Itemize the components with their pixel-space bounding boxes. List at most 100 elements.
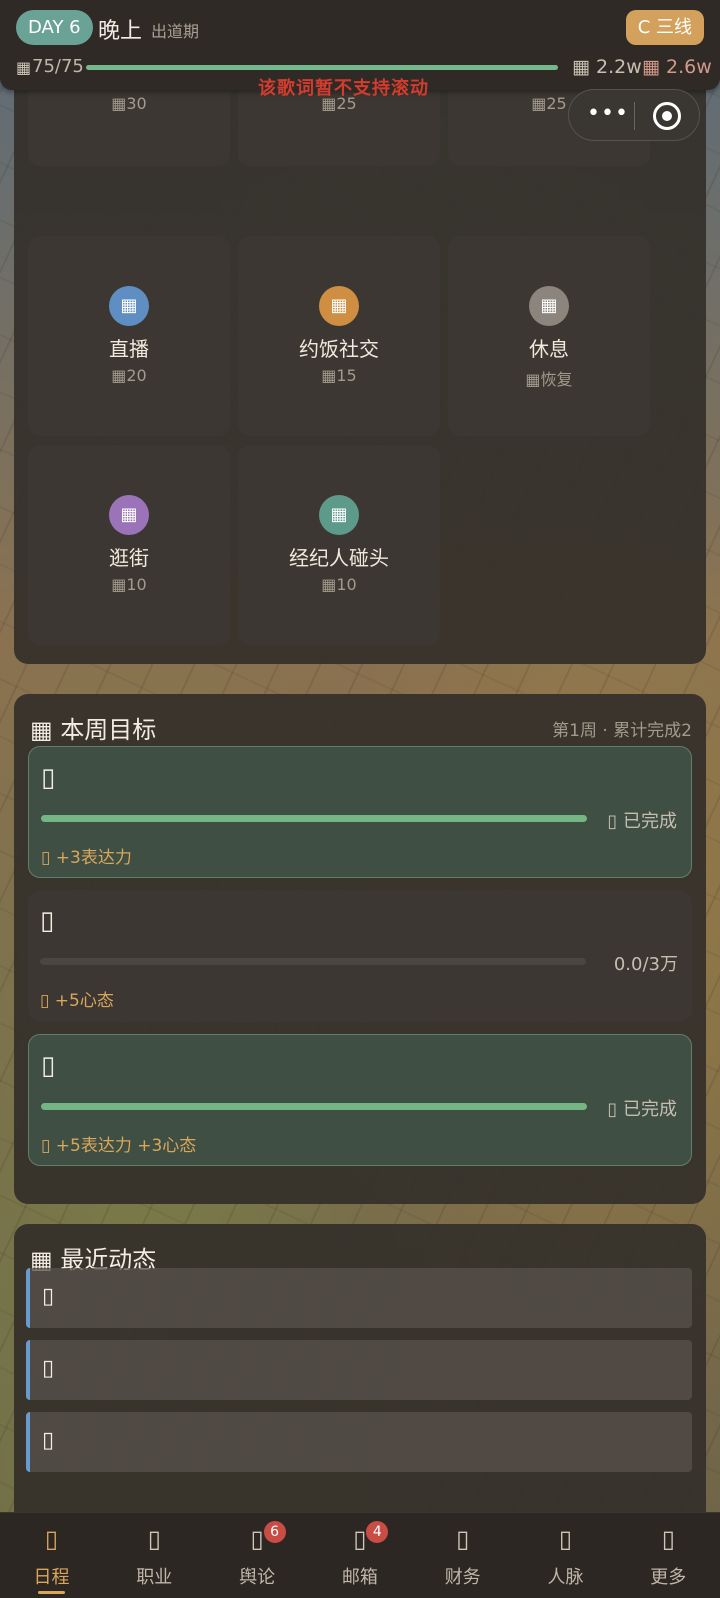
activity-card[interactable]: ▦ 直播 ▦20 bbox=[28, 236, 230, 436]
activity-card[interactable]: ▦ 经纪人碰头 ▦10 bbox=[238, 445, 440, 645]
nav-label: 财务 bbox=[444, 1567, 481, 1588]
check-icon: ▯ bbox=[607, 811, 623, 832]
goal-status-text: 已完成 bbox=[623, 811, 677, 832]
more-icon[interactable]: ••• bbox=[587, 101, 629, 126]
activity-cost-value: 10 bbox=[126, 575, 147, 594]
energy-cost-icon: ▦ bbox=[525, 370, 541, 389]
goal-card[interactable]: ▯ ▯ 已完成 ▯ +3表达力 bbox=[28, 746, 692, 878]
feed-item-icon: ▯ bbox=[42, 1356, 55, 1381]
activity-icon: ▦ bbox=[109, 286, 149, 326]
goal-card[interactable]: ▯ ▯ 已完成 ▯ +5表达力 +3心态 bbox=[28, 1034, 692, 1166]
weekly-goals-meta: 第1周 · 累计完成2 bbox=[552, 721, 692, 741]
feed-item-icon: ▯ bbox=[42, 1428, 55, 1453]
nav-item-network[interactable]: ▯ 人脉 bbox=[514, 1513, 617, 1598]
activity-card[interactable]: ▦ 逛街 ▦10 bbox=[28, 445, 230, 645]
goal-icon: ▯ bbox=[41, 763, 56, 793]
gift-icon: ▯ bbox=[40, 991, 55, 1011]
nav-label: 舆论 bbox=[239, 1567, 276, 1588]
goal-reward: ▯ +5表达力 +3心态 bbox=[41, 1131, 196, 1156]
goal-progress-bar bbox=[40, 958, 586, 965]
goal-progress-bar bbox=[41, 1103, 587, 1110]
feed-item[interactable]: ▯ bbox=[26, 1268, 692, 1328]
activity-cost-value: 30 bbox=[126, 94, 147, 113]
activity-name: 约饭社交 bbox=[299, 337, 379, 361]
energy-cost-icon: ▦ bbox=[111, 366, 127, 385]
goal-icon: ▯ bbox=[41, 1051, 56, 1081]
goal-progress-fill bbox=[41, 815, 587, 822]
activity-cost: ▦10 bbox=[238, 575, 440, 594]
gift-icon: ▯ bbox=[41, 1136, 56, 1156]
activity-cost: ▦恢复 bbox=[448, 366, 650, 390]
feed-item[interactable]: ▯ bbox=[26, 1412, 692, 1472]
energy-cost-icon: ▦ bbox=[531, 94, 547, 113]
more-icon: ▯ bbox=[661, 1525, 675, 1553]
nav-label: 更多 bbox=[650, 1567, 687, 1588]
activity-cost: ▦10 bbox=[28, 575, 230, 594]
goal-status: ▯ 已完成 bbox=[607, 1095, 677, 1121]
activity-cost-value: 恢复 bbox=[540, 370, 573, 389]
goal-progress-bar bbox=[41, 815, 587, 822]
check-icon: ▯ bbox=[607, 1099, 623, 1120]
close-icon[interactable] bbox=[653, 102, 681, 130]
weekly-goals-title-text: 本周目标 bbox=[60, 716, 157, 744]
activity-icon: ▦ bbox=[529, 286, 569, 326]
career-phase: 出道期 bbox=[151, 22, 200, 41]
energy-value: 75/75 bbox=[32, 56, 84, 77]
weekly-goals-title: ▦ 本周目标 bbox=[30, 716, 157, 744]
goal-status-text: 已完成 bbox=[623, 1099, 677, 1120]
activity-icon: ▦ bbox=[109, 495, 149, 535]
goal-card[interactable]: ▯ 0.0/3万 ▯ +5心态 bbox=[28, 890, 692, 1022]
finance-icon: ▯ bbox=[456, 1525, 470, 1553]
miniprogram-capsule: ••• bbox=[568, 89, 700, 141]
gift-icon: ▯ bbox=[41, 848, 56, 868]
nav-item-finance[interactable]: ▯ 财务 bbox=[411, 1513, 514, 1598]
nav-item-opinion[interactable]: ▯ 舆论 6 bbox=[206, 1513, 309, 1598]
nav-item-career[interactable]: ▯ 职业 bbox=[103, 1513, 206, 1598]
recent-activity-panel: ▦ 最近动态 ▯ ▯ ▯ bbox=[14, 1224, 706, 1524]
weekly-goals-panel: ▦ 本周目标 第1周 · 累计完成2 ▯ ▯ 已完成 ▯ +3表达力 ▯ 0.0/3万 ▯… bbox=[14, 694, 706, 1204]
energy-cost-icon: ▦ bbox=[111, 94, 127, 113]
opinion-icon: ▯ bbox=[250, 1525, 264, 1553]
goal-reward: ▯ +5心态 bbox=[40, 986, 114, 1011]
energy-cost-icon: ▦ bbox=[321, 366, 337, 385]
goal-reward-text: +3表达力 bbox=[55, 848, 132, 868]
energy-cost-icon: ▦ bbox=[111, 575, 127, 594]
activity-card[interactable]: ▦ 约饭社交 ▦15 bbox=[238, 236, 440, 436]
nav-item-more[interactable]: ▯ 更多 bbox=[617, 1513, 720, 1598]
activity-cost: ▦15 bbox=[238, 366, 440, 385]
tier-badge[interactable]: C 三线 bbox=[625, 10, 704, 45]
activity-cost-value: 15 bbox=[336, 366, 357, 385]
time-of-day: 晚上 bbox=[98, 19, 143, 44]
activity-card[interactable]: ▦ 休息 ▦恢复 bbox=[448, 236, 650, 436]
goal-icon: ▯ bbox=[40, 906, 55, 936]
fans-stat: ▦ 2.2w bbox=[572, 56, 642, 78]
goal-status-text: 0.0/3万 bbox=[613, 954, 678, 975]
capsule-divider bbox=[634, 102, 635, 130]
fans-value: 2.2w bbox=[596, 56, 642, 78]
activity-cost: ▦30 bbox=[28, 94, 230, 113]
activity-cost: ▦20 bbox=[28, 366, 230, 385]
notification-badge: 6 bbox=[263, 1521, 286, 1543]
schedule-icon: ▯ bbox=[44, 1525, 59, 1553]
active-indicator bbox=[38, 1591, 65, 1594]
energy-bar-fill bbox=[86, 65, 558, 70]
heat-stat: ▦ 2.6w bbox=[642, 56, 712, 78]
goal-reward-text: +5心态 bbox=[54, 991, 114, 1011]
nav-label: 人脉 bbox=[547, 1567, 584, 1588]
feed-item[interactable]: ▯ bbox=[26, 1340, 692, 1400]
activity-name: 逛街 bbox=[109, 546, 149, 570]
career-icon: ▯ bbox=[147, 1525, 161, 1553]
activity-name: 经纪人碰头 bbox=[289, 546, 389, 570]
nav-item-schedule[interactable]: ▯ 日程 bbox=[0, 1513, 103, 1598]
activities-panel: ▦上表演课▦30▦练歌/录歌▦25▦健身▦25▦直播▦20▦约饭社交▦15▦休息… bbox=[14, 4, 706, 664]
day-badge: DAY 6 bbox=[16, 10, 93, 45]
feed-item-icon: ▯ bbox=[42, 1284, 55, 1309]
heat-value: 2.6w bbox=[666, 56, 712, 78]
mailbox-icon: ▯ bbox=[353, 1525, 367, 1553]
energy-icon: ▦ bbox=[16, 58, 32, 77]
activity-cost-value: 10 bbox=[336, 575, 357, 594]
energy-cost-icon: ▦ bbox=[321, 575, 337, 594]
nav-item-mailbox[interactable]: ▯ 邮箱 4 bbox=[308, 1513, 411, 1598]
nav-label: 邮箱 bbox=[341, 1567, 378, 1588]
activity-name: 直播 bbox=[109, 337, 149, 361]
